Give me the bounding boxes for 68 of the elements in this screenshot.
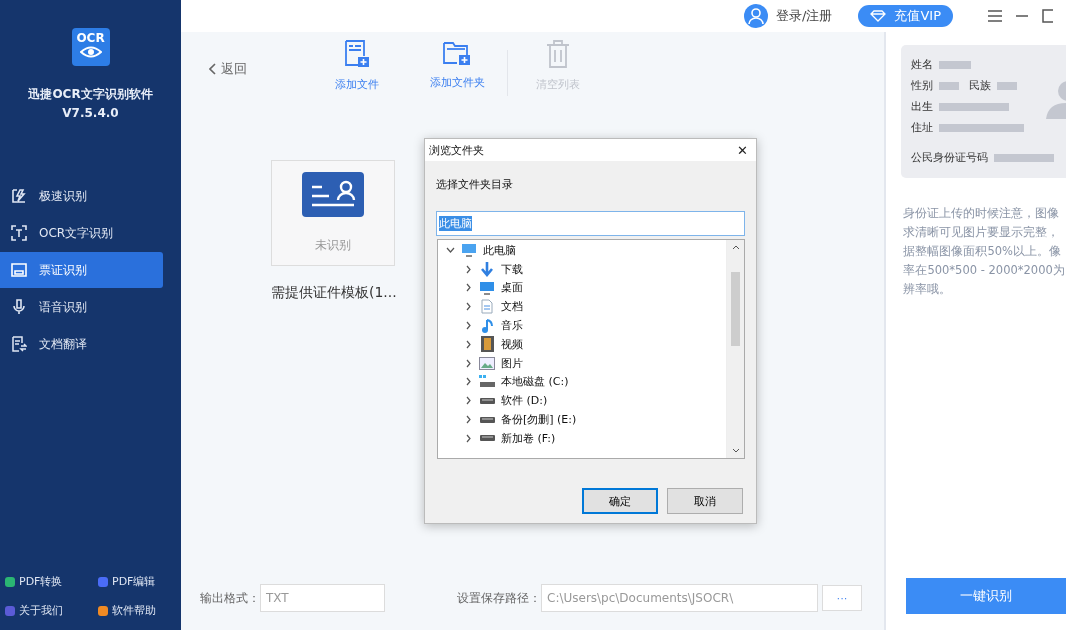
- dialog-button[interactable]: 取消: [667, 488, 743, 514]
- add-file-icon: [344, 40, 370, 68]
- file-name: 需提供证件模板(1...: [271, 284, 397, 302]
- document-icon: [481, 299, 493, 315]
- tree-item[interactable]: 新加卷 (F:): [438, 428, 726, 448]
- dialog-title: 浏览文件夹: [429, 142, 484, 158]
- tree-item[interactable]: 备份[勿删] (E:): [438, 410, 726, 429]
- menu-icon[interactable]: [987, 9, 1003, 23]
- add-folder-icon: [443, 40, 471, 66]
- maximize-icon[interactable]: [1041, 9, 1053, 23]
- login-link[interactable]: 登录/注册: [744, 4, 833, 28]
- trash-icon: [546, 40, 570, 68]
- app-logo: OCR: [71, 28, 110, 66]
- sidebar-item[interactable]: 票证识别: [0, 252, 163, 288]
- tree-item[interactable]: 音乐: [438, 316, 726, 335]
- file-status: 未识别: [315, 237, 351, 254]
- browse-button[interactable]: ···: [822, 585, 862, 611]
- sidebar-item[interactable]: 极速识别: [0, 178, 163, 214]
- app-version: V7.5.4.0: [62, 106, 119, 120]
- tree-item[interactable]: 桌面: [438, 278, 726, 298]
- diamond-icon: [870, 10, 887, 22]
- sidebar-item[interactable]: OCR文字识别: [0, 215, 163, 251]
- id-card-drawing: 姓名 性别 民族 出生 住址 公民身份证号码: [901, 45, 1066, 178]
- toolbar-button[interactable]: 添加文件: [307, 40, 407, 92]
- monitor-icon: [461, 243, 477, 258]
- tree-item[interactable]: 下载: [438, 259, 726, 279]
- scroll-up-icon[interactable]: [731, 244, 740, 250]
- chevron-down-icon[interactable]: [446, 245, 455, 255]
- tree-item[interactable]: 文档: [438, 297, 726, 317]
- path-label: 设置保存路径：: [457, 589, 541, 607]
- drive-icon: [479, 415, 495, 424]
- footer-link[interactable]: PDF转换: [5, 574, 98, 589]
- drive-icon: [479, 396, 495, 405]
- footer-link[interactable]: 软件帮助: [98, 603, 178, 618]
- app-name: 迅捷OCR文字识别软件: [28, 86, 153, 103]
- tree-item[interactable]: 软件 (D:): [438, 391, 726, 411]
- drive-icon: [479, 375, 495, 389]
- sidebar-item[interactable]: 语音识别: [0, 289, 163, 325]
- back-link[interactable]: 返回: [209, 60, 247, 78]
- monitor-icon: [479, 281, 495, 295]
- image-icon: [479, 356, 495, 370]
- avatar-icon: [744, 4, 769, 28]
- scrollbar-thumb[interactable]: [731, 272, 740, 346]
- document-icon: [11, 336, 27, 352]
- dialog-prompt: 选择文件夹目录: [436, 177, 514, 192]
- lightning-icon: [11, 188, 27, 204]
- tree-item[interactable]: 图片: [438, 353, 726, 373]
- tree-item[interactable]: 视频: [438, 335, 726, 354]
- format-label: 输出格式：: [200, 589, 260, 607]
- microphone-icon: [11, 299, 27, 315]
- download-icon: [480, 261, 494, 278]
- dialog-button[interactable]: 确定: [582, 488, 658, 514]
- upload-tip: 身份证上传的时候注意，图像 求清晰可见图片要显示完整， 据整幅图像面积50%以上。像 率在500*500 - 2000*2000为 辨率哦。: [903, 205, 1066, 298]
- text-scan-icon: [11, 225, 27, 241]
- chevron-left-icon: [209, 63, 216, 75]
- sidebar-item[interactable]: 文档翻译: [0, 326, 163, 362]
- film-icon: [480, 336, 494, 353]
- footer-link[interactable]: PDF编辑: [98, 574, 178, 589]
- footer-link[interactable]: 关于我们: [5, 603, 98, 618]
- tree-item[interactable]: 本地磁盘 (C:): [438, 372, 726, 392]
- scroll-down-icon[interactable]: [731, 448, 740, 454]
- close-button[interactable]: ✕: [737, 142, 748, 158]
- card-icon: [11, 262, 27, 278]
- tree-item[interactable]: 此电脑: [438, 241, 726, 260]
- id-card-icon: [302, 172, 364, 217]
- toolbar-button[interactable]: 添加文件夹: [407, 40, 507, 90]
- music-note-icon: [481, 317, 493, 334]
- drive-icon: [479, 434, 495, 443]
